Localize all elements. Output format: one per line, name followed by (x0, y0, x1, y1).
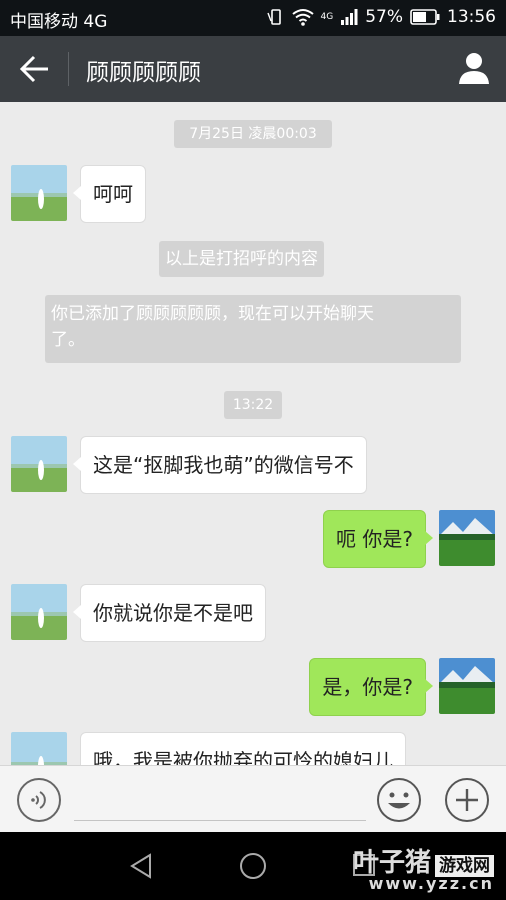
my-avatar[interactable] (439, 658, 495, 714)
battery-icon (410, 9, 440, 25)
message-bubble[interactable]: 你就说你是不是吧 (73, 584, 266, 642)
my-avatar[interactable] (439, 510, 495, 566)
system-message: 你已添加了顾顾顾顾顾，现在可以开始聊天 了。 (45, 295, 461, 363)
back-arrow-icon[interactable] (16, 52, 52, 86)
nav-home-icon[interactable] (239, 852, 267, 880)
message-bubble[interactable]: 是，你是? (309, 658, 433, 716)
status-bar: 中国移动 4G 4G 57% 13:56 (0, 0, 506, 36)
system-message-line: 你已添加了顾顾顾顾顾，现在可以开始聊天 (51, 304, 374, 324)
watermark-url: www.yzz.cn (368, 874, 494, 893)
system-message: 以上是打招呼的内容 (159, 241, 324, 277)
emoji-icon[interactable] (376, 777, 422, 823)
message-input[interactable] (74, 782, 366, 821)
nav-back-icon[interactable] (128, 852, 154, 880)
chat-title: 顾顾顾顾顾 (86, 60, 201, 86)
header-divider (68, 52, 69, 86)
timestamp: 7月25日 凌晨00:03 (174, 120, 332, 148)
site-watermark: 叶子猪 游戏网 www.yzz.cn (353, 842, 494, 893)
battery-percent: 57% (365, 7, 403, 27)
signal-icon (341, 9, 358, 25)
message-bubble[interactable]: 哦，我是被你抛弃的可怜的媳妇儿 (80, 732, 406, 766)
add-icon[interactable] (444, 777, 490, 823)
contact-avatar[interactable] (11, 584, 67, 640)
message-bubble[interactable]: 呵呵 (73, 165, 146, 223)
timestamp: 13:22 (224, 391, 282, 419)
status-time: 13:56 (447, 7, 496, 27)
carrier-label: 中国移动 4G (10, 12, 108, 32)
wifi-icon (291, 9, 314, 26)
chat-header: 顾顾顾顾顾 (0, 36, 506, 102)
message-bubble[interactable]: 这是“抠脚我也萌”的微信号不 (73, 436, 367, 494)
vibrate-icon (266, 9, 281, 25)
network-badge: 4G (320, 11, 334, 22)
voice-icon[interactable] (16, 777, 62, 823)
contact-info-icon[interactable] (456, 50, 492, 86)
contact-avatar[interactable] (11, 436, 67, 492)
status-icons: 4G 57% 13:56 (266, 7, 496, 27)
system-message-line: 了。 (51, 330, 85, 350)
contact-avatar[interactable] (11, 165, 67, 221)
message-bubble[interactable]: 呃 你是? (323, 510, 433, 568)
input-bar (0, 765, 506, 833)
contact-avatar[interactable] (11, 732, 67, 765)
